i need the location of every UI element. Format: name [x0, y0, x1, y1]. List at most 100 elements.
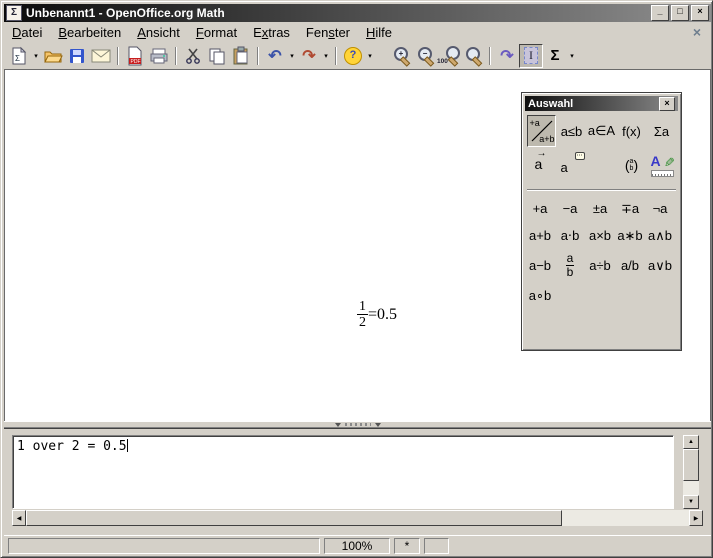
- symbol-a-cdot-b[interactable]: a⋅b: [555, 222, 585, 249]
- svg-text:Σ: Σ: [15, 54, 20, 63]
- palette-category-row-2: → a a ⋯ ( a b ): [522, 148, 681, 182]
- zoom-in-glyph: +: [395, 49, 407, 58]
- zoom-out-button[interactable]: −: [413, 44, 437, 68]
- symbol-a-over-b[interactable]: a b: [555, 249, 585, 282]
- symbol-a-ast-b[interactable]: a∗b: [615, 222, 645, 249]
- new-formula-button[interactable]: Σ: [7, 44, 31, 68]
- palette-close-button[interactable]: ×: [659, 97, 675, 111]
- cut-button[interactable]: [181, 44, 205, 68]
- category-others-button[interactable]: a ⋯: [557, 149, 586, 181]
- symbol-minusplus-a[interactable]: ∓a: [615, 195, 645, 222]
- minimize-button[interactable]: _: [651, 5, 669, 21]
- category-set-operations-button[interactable]: a∈A: [587, 115, 616, 147]
- command-vertical-scrollbar[interactable]: ▲ ▼: [683, 435, 699, 509]
- rendered-formula[interactable]: 1 2 =0.5: [357, 299, 397, 330]
- symbol-plus-a[interactable]: +a: [525, 195, 555, 222]
- speech-bubble-a-icon: a ⋯: [561, 154, 583, 176]
- command-horizontal-scrollbar[interactable]: ◀ ▶: [12, 510, 703, 526]
- close-button[interactable]: ×: [691, 5, 709, 21]
- vertical-scroll-thumb[interactable]: [683, 449, 699, 481]
- printer-icon: [149, 47, 169, 65]
- copy-button[interactable]: [205, 44, 229, 68]
- help-button[interactable]: ?: [341, 44, 365, 68]
- menu-label-accel: F: [196, 25, 204, 40]
- category-unary-binary-button[interactable]: +a a+b: [527, 115, 556, 147]
- menu-ansicht[interactable]: Ansicht: [129, 23, 188, 42]
- undo-dropdown-arrow[interactable]: ▾: [287, 44, 297, 68]
- zoom-page-button[interactable]: [461, 44, 485, 68]
- category-attributes-button[interactable]: → a: [527, 149, 556, 181]
- send-email-button[interactable]: [89, 44, 113, 68]
- misc-base: a: [561, 160, 568, 175]
- palette-separator: [527, 189, 676, 191]
- app-icon: Σ: [6, 5, 22, 21]
- copy-icon: [208, 47, 226, 65]
- symbol-neg-a[interactable]: ¬a: [645, 195, 675, 222]
- splitter-arrow: [375, 423, 381, 427]
- formula-cursor-button[interactable]: I: [519, 44, 543, 68]
- scroll-up-button[interactable]: ▲: [683, 435, 699, 449]
- zoom-in-button[interactable]: +: [389, 44, 413, 68]
- category-relations-button[interactable]: a≤b: [557, 115, 586, 147]
- splitter-arrow: [335, 423, 341, 427]
- symbol-plusminus-a[interactable]: ±a: [585, 195, 615, 222]
- category-brackets-button[interactable]: ( a b ): [617, 149, 646, 181]
- menu-format[interactable]: Format: [188, 23, 245, 42]
- symbol-minus-a[interactable]: −a: [555, 195, 585, 222]
- save-button[interactable]: [65, 44, 89, 68]
- category-functions-button[interactable]: f(x): [617, 115, 646, 147]
- category-operators-button[interactable]: Σa: [647, 115, 676, 147]
- symbol-a-slash-b[interactable]: a/b: [615, 249, 645, 282]
- zoom-100-label: 100: [437, 58, 448, 65]
- toolbar-overflow-arrow[interactable]: ▾: [567, 44, 577, 68]
- menu-datei[interactable]: Datei: [4, 23, 50, 42]
- zoom-100-button[interactable]: 100: [437, 44, 461, 68]
- paste-button[interactable]: [229, 44, 253, 68]
- symbols-catalog-button[interactable]: Σ: [543, 44, 567, 68]
- symbol-a-times-b[interactable]: a×b: [585, 222, 615, 249]
- command-input[interactable]: 1 over 2 = 0.5: [12, 435, 674, 509]
- menu-bearbeiten[interactable]: Bearbeiten: [50, 23, 129, 42]
- undo-button[interactable]: ↶: [263, 44, 287, 68]
- menu-label-post: earbeiten: [67, 25, 121, 40]
- menu-hilfe[interactable]: Hilfe: [358, 23, 400, 42]
- symbol-a-and-b[interactable]: a∧b: [645, 222, 675, 249]
- redo-dropdown-arrow[interactable]: ▾: [321, 44, 331, 68]
- help-icon: ?: [344, 47, 362, 65]
- symbol-a-or-b[interactable]: a∨b: [645, 249, 675, 282]
- speech-bubble: ⋯: [575, 152, 585, 160]
- scissors-icon: [184, 47, 202, 65]
- titlebar[interactable]: Σ Unbenannt1 - OpenOffice.org Math _ □ ×: [4, 4, 711, 22]
- view-splitter[interactable]: [4, 421, 711, 428]
- redo-button[interactable]: ↷: [297, 44, 321, 68]
- fraction-numerator: 1: [357, 299, 368, 315]
- open-button[interactable]: [41, 44, 65, 68]
- application-window: Σ Unbenannt1 - OpenOffice.org Math _ □ ×…: [0, 0, 713, 558]
- status-extra-panel: [424, 538, 449, 554]
- palette-titlebar[interactable]: Auswahl ×: [525, 96, 678, 111]
- menu-fenster[interactable]: Fenster: [298, 23, 358, 42]
- window-title: Unbenannt1 - OpenOffice.org Math: [26, 6, 225, 20]
- document-close-icon[interactable]: ×: [693, 24, 701, 40]
- symbol-a-div-b[interactable]: a÷b: [585, 249, 615, 282]
- refresh-button[interactable]: ↷: [495, 44, 519, 68]
- export-pdf-button[interactable]: PDF: [123, 44, 147, 68]
- symbol-a-minus-b[interactable]: a−b: [525, 249, 555, 282]
- menu-label-accel: H: [366, 25, 375, 40]
- scroll-down-button[interactable]: ▼: [683, 495, 699, 509]
- menu-label-post: tras: [268, 25, 290, 40]
- maximize-button[interactable]: □: [671, 5, 689, 21]
- print-button[interactable]: [147, 44, 171, 68]
- scroll-right-button[interactable]: ▶: [689, 510, 703, 526]
- horizontal-scroll-thumb[interactable]: [26, 510, 562, 526]
- toolbar: Σ ▾ PDF ↶ ▾ ↷ ▾: [4, 42, 711, 69]
- menu-extras[interactable]: Extras: [245, 23, 298, 42]
- symbol-a-circ-b[interactable]: a∘b: [525, 282, 555, 309]
- status-zoom-panel[interactable]: 100%: [324, 538, 390, 554]
- new-dropdown-arrow[interactable]: ▾: [31, 44, 41, 68]
- scroll-left-button[interactable]: ◀: [12, 510, 26, 526]
- category-formats-button[interactable]: A ✎: [647, 149, 676, 181]
- symbol-a-plus-b[interactable]: a+b: [525, 222, 555, 249]
- toolbar-overflow-arrow[interactable]: ▾: [365, 44, 375, 68]
- palette-category-row-1: +a a+b a≤b a∈A f(x) Σa: [522, 114, 681, 148]
